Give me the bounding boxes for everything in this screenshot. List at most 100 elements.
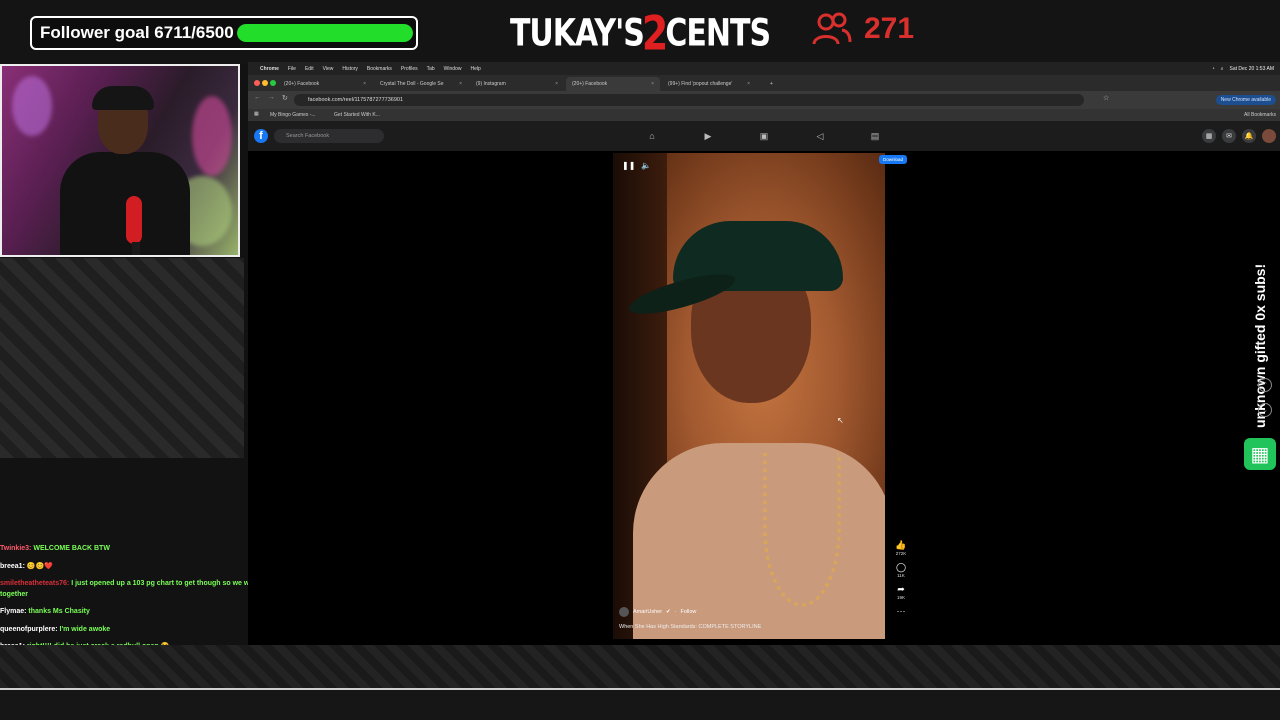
brand-logo: TUKAY'S 2 CENTS xyxy=(510,4,771,62)
close-tab-icon[interactable]: × xyxy=(363,81,366,87)
author-avatar[interactable] xyxy=(619,607,629,617)
close-tab-icon[interactable]: × xyxy=(555,81,558,87)
home-icon[interactable]: ⌂ xyxy=(645,129,659,143)
video-icon[interactable]: ▶ xyxy=(701,129,715,143)
viewers-icon xyxy=(812,12,852,45)
browser-tab[interactable]: (20+) Facebook × xyxy=(278,77,372,91)
tab-title: Crystal The Doll - Google Se xyxy=(380,81,444,87)
menubar-item-profiles[interactable]: Profiles xyxy=(401,66,418,72)
overlay-bottom-strip xyxy=(0,690,1280,720)
facebook-search-input[interactable]: Search Facebook xyxy=(274,129,384,143)
more-options-icon[interactable]: ··· xyxy=(897,606,906,616)
follow-link[interactable]: Follow xyxy=(681,609,697,615)
wifi-icon: ◔ xyxy=(1211,65,1215,72)
menubar-item-bookmarks[interactable]: Bookmarks xyxy=(367,66,392,72)
overlay-bottom-band xyxy=(0,645,1280,690)
menubar-item-edit[interactable]: Edit xyxy=(305,66,314,72)
chat-username[interactable]: queenofpurplere: xyxy=(0,626,58,633)
menubar-item-chrome[interactable]: Chrome xyxy=(260,66,279,72)
messenger-icon[interactable]: ✉ xyxy=(1222,129,1236,143)
follower-goal-widget: Follower goal 6711/6500 xyxy=(30,16,418,50)
url-field[interactable]: facebook.com/reel/1175787277736901 xyxy=(294,94,1084,106)
menubar-item-window[interactable]: Window xyxy=(444,66,462,72)
follower-goal-bar xyxy=(237,24,413,42)
menubar-item-history[interactable]: History xyxy=(342,66,358,72)
tab-title: (20+) Facebook xyxy=(572,81,608,87)
back-icon[interactable]: ← xyxy=(254,94,261,101)
follower-goal-label: Follower goal 6711/6500 xyxy=(40,23,234,42)
scroll-up-icon[interactable]: ⌃ xyxy=(1258,378,1272,392)
comment-action[interactable]: ◯ 11K xyxy=(896,562,906,578)
forward-icon[interactable]: → xyxy=(268,94,275,101)
groups-icon[interactable]: ◁ xyxy=(813,129,827,143)
marketplace-icon[interactable]: ▣ xyxy=(757,129,771,143)
close-tab-icon[interactable]: × xyxy=(747,81,750,87)
pause-icon[interactable]: ❚❚ xyxy=(622,161,635,170)
menubar-item-file[interactable]: File xyxy=(288,66,296,72)
download-button[interactable]: Download xyxy=(879,155,908,164)
facebook-search-placeholder: Search Facebook xyxy=(286,133,330,139)
browser-tab[interactable]: (99+) Find 'popout challenge' × xyxy=(662,77,756,91)
reel-actions: 👍 272K ◯ 11K ➦ 19K ··· xyxy=(891,540,911,622)
share-count: 19K xyxy=(896,595,905,600)
author-name[interactable]: AmariUsher xyxy=(633,609,662,615)
streamer-body xyxy=(60,152,190,255)
bookmark-item-1[interactable]: Get Started With K... xyxy=(334,112,380,118)
mac-status-area: ◔ ⌕ Sat Dec 20 1:53 AM xyxy=(1212,62,1274,75)
scroll-down-icon[interactable]: ⌄ xyxy=(1258,403,1272,417)
chat-text: 😊😊❤️ xyxy=(26,562,54,570)
chat-username[interactable]: Twinkie3: xyxy=(0,545,31,552)
browser-tab[interactable]: (20+) Facebook × xyxy=(566,77,660,91)
sub-gift-alert: unknown gifted 0x subs! xyxy=(1252,263,1268,428)
minimize-window-icon[interactable] xyxy=(262,80,268,86)
notifications-icon[interactable]: 🔔 xyxy=(1242,129,1256,143)
maximize-window-icon[interactable] xyxy=(270,80,276,86)
share-action[interactable]: ➦ 19K xyxy=(897,584,905,600)
reel-caption: When She Has High Standards: COMPLETE ST… xyxy=(619,624,762,630)
browser-tab[interactable]: (9) Instagram × xyxy=(470,77,564,91)
bookmark-item-0[interactable]: My Bingo Games -... xyxy=(270,112,316,118)
brand-logo-part1: TUKAY'S xyxy=(509,11,645,55)
chat-username[interactable]: Flymae: xyxy=(0,608,26,615)
tab-title: (9) Instagram xyxy=(476,81,506,87)
like-count: 272K xyxy=(895,551,907,556)
all-bookmarks[interactable]: All Bookmarks xyxy=(1244,112,1276,118)
streamer-cap xyxy=(92,86,154,110)
new-chrome-button[interactable]: New Chrome available xyxy=(1215,95,1276,105)
menu-grid-icon[interactable]: ▦ xyxy=(1202,129,1216,143)
close-window-icon[interactable] xyxy=(254,80,260,86)
tab-title: (99+) Find 'popout challenge' xyxy=(668,81,733,87)
reel-author: AmariUsher ✔ · Follow xyxy=(619,607,879,617)
facebook-logo-icon[interactable]: f xyxy=(254,129,268,143)
chat-username[interactable]: smiletheatheteats76: xyxy=(0,580,69,587)
share-icon: ➦ xyxy=(897,584,905,594)
profile-avatar[interactable] xyxy=(1262,129,1276,143)
new-tab-button[interactable]: + xyxy=(764,77,776,91)
viewer-count-number: 271 xyxy=(864,12,915,45)
like-action[interactable]: 👍 272K xyxy=(895,540,906,556)
reel-video[interactable]: ❚❚ 🔈 xyxy=(613,153,885,639)
volume-icon[interactable]: 🔈 xyxy=(641,161,651,170)
chat-username[interactable]: breea1: xyxy=(0,563,25,570)
video-subject-chain xyxy=(763,453,841,607)
close-tab-icon[interactable]: × xyxy=(459,81,462,87)
menubar-item-help[interactable]: Help xyxy=(470,66,480,72)
menubar-item-tab[interactable]: Tab xyxy=(427,66,435,72)
search-icon[interactable]: ⌕ xyxy=(1221,66,1224,72)
viewer-count: 271 xyxy=(812,12,914,46)
bookmark-star-icon[interactable]: ☆ xyxy=(1103,94,1109,102)
gift-icon: ▦ xyxy=(1244,438,1276,470)
microphone-arm xyxy=(132,242,140,255)
menubar-item-view[interactable]: View xyxy=(323,66,334,72)
browser-tab[interactable]: Crystal The Doll - Google Se × xyxy=(374,77,468,91)
gaming-icon[interactable]: ▤ xyxy=(868,129,882,143)
follower-goal-fill xyxy=(237,24,413,42)
apps-icon[interactable]: ▦ xyxy=(254,111,259,117)
close-tab-icon[interactable]: × xyxy=(651,81,654,87)
reload-icon[interactable]: ↻ xyxy=(282,94,288,102)
brand-logo-part2: CENTS xyxy=(665,11,771,55)
reel-info: AmariUsher ✔ · Follow When She Has High … xyxy=(619,607,879,630)
tab-title: (20+) Facebook xyxy=(284,81,320,87)
chat-text: I'm wide awoke xyxy=(59,625,111,633)
facebook-header: f Search Facebook ⌂ ▶ ▣ ◁ ▤ ▦ ✉ 🔔 xyxy=(248,121,1280,151)
